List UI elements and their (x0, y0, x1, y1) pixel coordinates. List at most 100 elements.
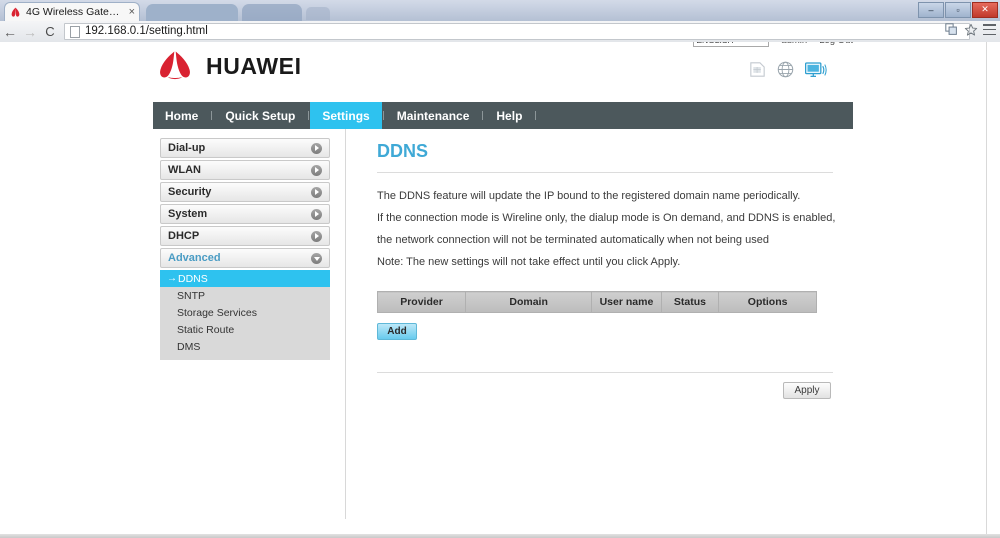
sidebar-item-storage-services[interactable]: Storage Services (160, 304, 330, 321)
sidebar-subitem-label: SNTP (177, 289, 206, 302)
address-bar[interactable]: 192.168.0.1/setting.html (64, 23, 970, 40)
forward-icon[interactable]: → (20, 22, 40, 42)
reload-icon[interactable]: C (40, 22, 60, 42)
sidebar-item-label: System (168, 208, 208, 220)
page-header: HUAWEI ENGLISH ▾ admin Log Out (153, 42, 853, 102)
sidebar-item-label: Advanced (168, 252, 221, 264)
browser-tab[interactable]: 4G Wireless Gateway × (4, 2, 140, 21)
sidebar-item-label: WLAN (168, 164, 201, 176)
huawei-flower-icon (153, 50, 197, 82)
sidebar-subitem-label: Static Route (177, 323, 235, 336)
chevron-right-icon (311, 230, 322, 242)
browser-tabstrip: 4G Wireless Gateway × – ▫ ✕ (0, 0, 1000, 22)
sidebar-item-security[interactable]: Security (160, 182, 330, 202)
title-divider (377, 172, 833, 173)
apply-button[interactable]: Apply (783, 382, 831, 399)
sidebar-item-system[interactable]: System (160, 204, 330, 224)
chevron-right-icon (311, 164, 322, 176)
globe-icon (777, 61, 794, 78)
nav-separator (211, 111, 213, 120)
nav-item-settings[interactable]: Settings (310, 102, 382, 129)
browser-tab-title: 4G Wireless Gateway (26, 5, 126, 18)
nav-item-home[interactable]: Home (153, 102, 210, 129)
tab-close-icon[interactable]: × (129, 3, 135, 22)
sidebar-subitem-label: DMS (177, 340, 201, 353)
sidebar-item-wlan[interactable]: WLAN (160, 160, 330, 180)
table-header-provider: Provider (377, 291, 466, 313)
new-tab-button[interactable] (306, 7, 330, 20)
nav-separator (482, 111, 484, 120)
description-line-4: Note: The new settings will not take eff… (377, 256, 681, 268)
copy-icon[interactable] (945, 23, 958, 36)
sidebar-item-static-route[interactable]: Static Route (160, 321, 330, 338)
sidebar-item-dial-up[interactable]: Dial-up (160, 138, 330, 158)
page-body: Dial-up WLAN Security System DHCP Advanc… (153, 129, 853, 528)
toolbar-icons (945, 23, 996, 36)
nav-separator (535, 111, 537, 120)
sidebar-item-sntp[interactable]: SNTP (160, 287, 330, 304)
chevron-right-icon (311, 142, 322, 154)
nav-item-maintenance[interactable]: Maintenance (385, 102, 482, 129)
table-header-username: User name (591, 291, 662, 313)
nav-item-quick-setup[interactable]: Quick Setup (213, 102, 307, 129)
sidebar-submenu-advanced: → DDNS SNTP Storage Services Static Rout… (160, 270, 330, 360)
logout-link[interactable]: Log Out (819, 42, 853, 46)
bookmark-star-icon[interactable] (964, 23, 978, 36)
sidebar: Dial-up WLAN Security System DHCP Advanc… (153, 129, 345, 528)
browser-toolbar: ← → C 192.168.0.1/setting.html (0, 21, 1000, 43)
sidebar-item-label: DHCP (168, 230, 200, 242)
browser-tab-inactive-2[interactable] (242, 4, 302, 21)
sidebar-item-ddns[interactable]: → DDNS (160, 270, 330, 287)
router-admin-page: HUAWEI ENGLISH ▾ admin Log Out (153, 42, 853, 528)
chevron-down-icon: ▾ (763, 42, 766, 44)
sidebar-item-advanced[interactable]: Advanced (160, 248, 330, 268)
huawei-logo: HUAWEI (153, 50, 302, 82)
nav-separator (308, 111, 310, 120)
sim-card-icon (749, 62, 766, 77)
language-row: ENGLISH ▾ admin Log Out (643, 42, 853, 48)
window-maximize-button[interactable]: ▫ (945, 1, 971, 18)
page-info-icon (70, 25, 80, 38)
table-header-row: Provider Domain User name Status Options (377, 291, 817, 313)
nav-item-help[interactable]: Help (484, 102, 534, 129)
back-icon[interactable]: ← (0, 22, 20, 42)
page-description: The DDNS feature will update the IP boun… (377, 190, 853, 269)
browser-tab-inactive[interactable] (146, 4, 238, 21)
chevron-right-icon (311, 208, 322, 220)
description-line-1: The DDNS feature will update the IP boun… (377, 190, 801, 202)
window-minimize-button[interactable]: – (918, 1, 944, 18)
apply-row: Apply (375, 373, 853, 399)
header-utility: ENGLISH ▾ admin Log Out (643, 42, 853, 78)
sidebar-subitem-label: Storage Services (177, 306, 257, 319)
chevron-right-icon (311, 186, 322, 198)
chevron-down-icon (311, 252, 322, 264)
page-title: DDNS (377, 141, 429, 161)
browser-menu-icon[interactable] (983, 24, 996, 35)
table-header-options: Options (718, 291, 817, 313)
table-header-status: Status (660, 291, 720, 313)
page-viewport: HUAWEI ENGLISH ▾ admin Log Out (0, 42, 1000, 538)
nav-separator (382, 111, 384, 120)
description-line-3: the network connection will not be termi… (377, 234, 769, 246)
page-bottom-edge (0, 534, 1000, 538)
address-bar-url: 192.168.0.1/setting.html (85, 25, 208, 37)
add-button[interactable]: Add (377, 323, 417, 340)
language-value: ENGLISH (696, 42, 733, 45)
description-line-2: If the connection mode is Wireline only,… (377, 212, 836, 224)
huawei-favicon-icon (9, 6, 22, 19)
sidebar-item-dhcp[interactable]: DHCP (160, 226, 330, 246)
ddns-table: Provider Domain User name Status Options (377, 291, 817, 313)
main-navigation: Home Quick Setup Settings Maintenance He… (153, 102, 853, 129)
sidebar-subitem-label: DDNS (178, 272, 208, 285)
language-select[interactable]: ENGLISH ▾ (693, 42, 770, 47)
sidebar-item-dms[interactable]: DMS (160, 338, 330, 355)
user-label: admin (781, 42, 807, 46)
sidebar-item-label: Dial-up (168, 142, 206, 154)
sidebar-item-label: Security (168, 186, 212, 198)
browser-window: 4G Wireless Gateway × – ▫ ✕ ← → C 192.16… (0, 0, 1000, 538)
window-close-button[interactable]: ✕ (972, 1, 998, 18)
status-icons (643, 61, 853, 78)
content-area: DDNS The DDNS feature will update the IP… (346, 129, 853, 528)
window-controls: – ▫ ✕ (917, 1, 998, 18)
table-header-domain: Domain (464, 291, 593, 313)
